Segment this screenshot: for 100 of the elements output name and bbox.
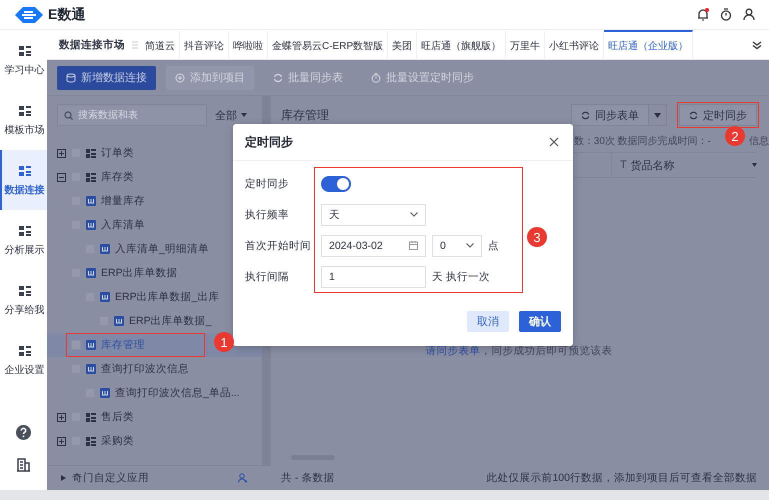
sync-icon — [273, 72, 283, 82]
tree-label: ERP出库单数据 — [101, 266, 178, 280]
tab[interactable]: 旺店通（企业版） — [604, 30, 694, 59]
search-field[interactable]: 搜索数据和表 — [57, 104, 207, 126]
filter-dropdown[interactable]: 全部 — [215, 108, 247, 122]
tree-label: 售后类 — [101, 410, 134, 424]
table-icon — [86, 340, 96, 350]
list-icon — [131, 40, 139, 50]
text-type-mark: T — [620, 159, 627, 171]
close-icon[interactable] — [549, 137, 559, 147]
collapse-icon[interactable] — [57, 172, 66, 182]
table-title: 库存管理 — [281, 106, 329, 124]
field-label: 定时同步 — [245, 176, 290, 192]
folder-grid-icon — [86, 172, 96, 182]
sidebar-item[interactable]: 分析展示 — [0, 210, 47, 270]
tree-item[interactable]: ERP出库单数据_出库 — [47, 285, 262, 309]
database-icon — [66, 72, 76, 82]
module-icon — [18, 224, 32, 238]
row-count: 共 - 条数据 — [281, 471, 334, 485]
sidebar-item[interactable]: 分享给我 — [0, 270, 47, 330]
sync-info: 数：30次 数据同步完成时间：- — [574, 134, 711, 148]
caret-icon — [241, 113, 247, 117]
user-icon[interactable] — [743, 8, 755, 21]
step-badge: 2 — [725, 126, 745, 146]
tree-label: 库存管理 — [101, 338, 145, 352]
toolbar-button[interactable]: 新增数据连接 — [57, 66, 156, 90]
sync-icon — [689, 110, 698, 120]
toggle-switch[interactable] — [321, 176, 351, 192]
table-icon — [86, 364, 96, 374]
hour-select[interactable]: 0 — [432, 234, 482, 256]
building-icon[interactable] — [17, 458, 30, 472]
expand-icon[interactable] — [57, 412, 66, 422]
person-icon[interactable] — [238, 473, 248, 483]
field-label: 执行间隔 — [245, 270, 290, 284]
market-title: 数据连接市场 — [59, 38, 126, 52]
tree-label: 采购类 — [101, 434, 134, 448]
table-icon — [100, 292, 110, 302]
sync-info: 信息 — [749, 134, 769, 148]
unit-label: 天 执行一次 — [432, 270, 490, 284]
date-field[interactable]: 2024-03-02 — [321, 234, 426, 256]
module-icon — [18, 284, 32, 298]
help-icon[interactable] — [16, 425, 31, 440]
chevron-down-icon — [410, 212, 418, 217]
step-badge: 1 — [214, 332, 234, 352]
frequency-select[interactable]: 天 — [321, 204, 426, 226]
sync-split-button[interactable]: 同步表单 — [571, 104, 667, 126]
column-header[interactable]: 货品名称 — [630, 158, 675, 172]
tree-item[interactable]: 售后类 — [47, 405, 262, 429]
field-label: 执行频率 — [245, 208, 290, 222]
tree-label: 增量库存 — [101, 194, 145, 208]
search-icon — [64, 111, 73, 120]
sidebar-item[interactable]: 数据连接 — [0, 150, 47, 210]
table-icon — [86, 268, 96, 278]
timer-icon[interactable] — [720, 8, 732, 21]
unit-label: 点 — [488, 238, 499, 252]
tree-label: 库存类 — [101, 170, 134, 184]
tree-label: ERP出库单数据_ — [129, 314, 212, 328]
tree-item[interactable]: 查询打印波次信息_单品... — [47, 381, 262, 405]
expand-icon[interactable] — [57, 148, 66, 158]
expand-icon[interactable] — [57, 436, 66, 446]
field-label: 首次开始时间 — [245, 238, 312, 254]
folder-grid-icon — [86, 436, 96, 446]
sidebar-item[interactable]: 企业设置 — [0, 330, 47, 390]
cancel-button[interactable]: 取消 — [467, 311, 509, 332]
tree-label: 订单类 — [101, 146, 134, 160]
tree-label: 查询打印波次信息 — [101, 362, 189, 376]
sync-link[interactable]: 请同步表单 — [426, 344, 480, 358]
app-name: E数通 — [48, 6, 86, 24]
tree-item[interactable]: 查询打印波次信息 — [47, 357, 262, 381]
sidebar-item[interactable]: 模板市场 — [0, 90, 47, 150]
sidebar-item[interactable]: 学习中心 — [0, 30, 47, 90]
tree-label: 入库清单_明细清单 — [115, 242, 209, 256]
interval-field[interactable]: 1 — [321, 266, 426, 288]
module-icon — [18, 344, 32, 358]
sync-icon — [581, 110, 590, 120]
tree-item[interactable]: ERP出库单数据_ — [47, 309, 262, 333]
module-icon — [18, 104, 32, 118]
table-icon — [86, 220, 96, 230]
confirm-button[interactable]: 确认 — [519, 311, 561, 332]
caret-icon — [752, 163, 757, 167]
calendar-icon — [409, 241, 418, 250]
tree-item[interactable]: 采购类 — [47, 429, 262, 453]
table-icon — [100, 388, 110, 398]
caret-icon[interactable] — [654, 112, 661, 118]
caret-icon — [61, 475, 66, 481]
bell-icon[interactable] — [697, 8, 709, 21]
folder-grid-icon — [86, 412, 96, 422]
logo-icon — [14, 6, 44, 24]
table-icon — [100, 244, 110, 254]
module-icon — [18, 164, 32, 178]
double-chevron-icon — [752, 40, 762, 50]
tree-item[interactable]: 库存管理 1 — [47, 333, 262, 357]
app-group-label[interactable]: 奇门自定义应用 — [72, 471, 232, 485]
chevron-down-icon — [466, 243, 474, 248]
module-icon — [18, 44, 32, 58]
sync-form-button[interactable]: 同步表单 — [572, 105, 649, 125]
scheduled-sync-button[interactable]: 定时同步 — [679, 104, 757, 126]
plus-circle-icon — [175, 72, 185, 82]
folder-grid-icon — [86, 148, 96, 158]
step-badge: 3 — [527, 227, 547, 247]
